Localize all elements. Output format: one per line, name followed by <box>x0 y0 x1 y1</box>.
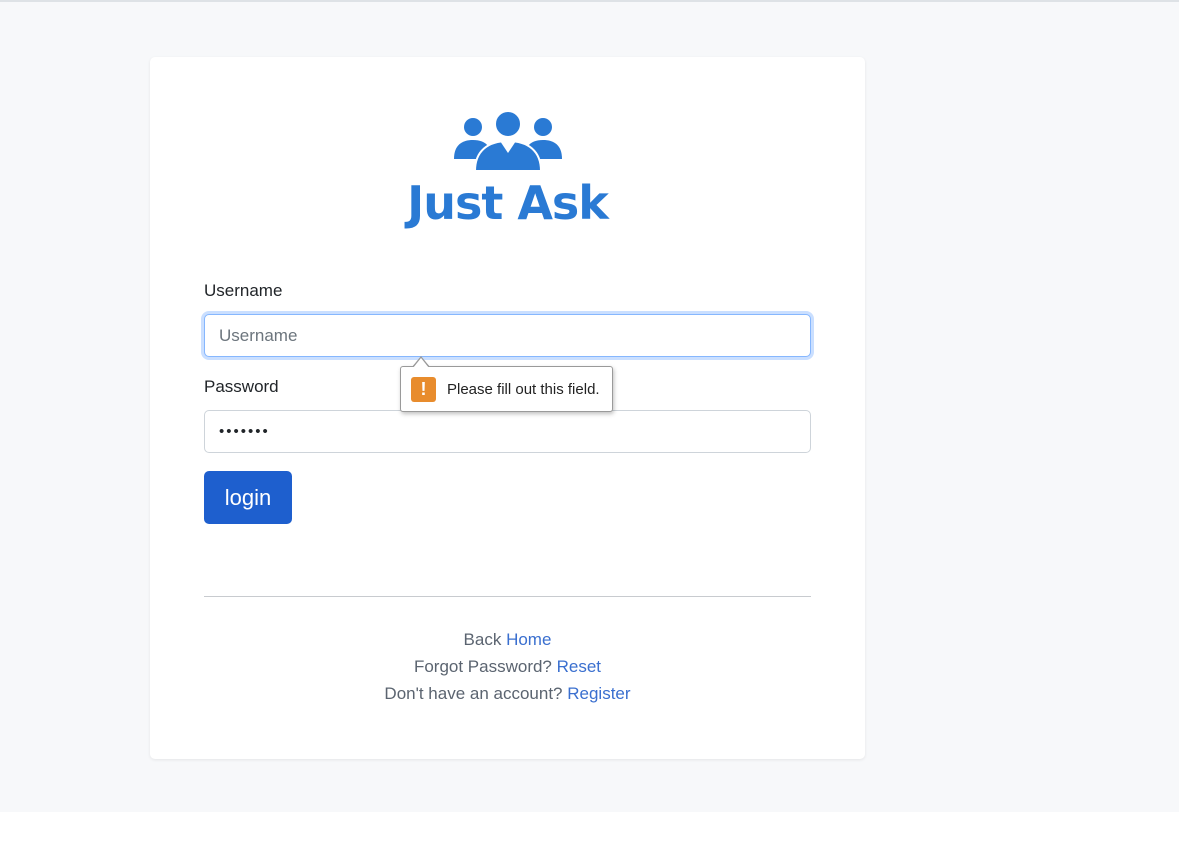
tooltip-arrow-fill <box>413 358 429 368</box>
login-button[interactable]: login <box>204 471 292 524</box>
validation-message: Please fill out this field. <box>447 380 600 398</box>
username-label: Username <box>204 281 283 300</box>
username-input[interactable] <box>204 314 811 357</box>
warning-icon: ! <box>411 376 436 402</box>
back-text: Back <box>463 630 502 649</box>
register-link[interactable]: Register <box>567 684 630 703</box>
forgot-text: Forgot Password? <box>413 657 552 676</box>
back-home-row: Back Home <box>150 626 865 653</box>
footer-links: Back Home Forgot Password? Reset Don't h… <box>150 626 865 707</box>
forgot-password-row: Forgot Password? Reset <box>150 653 865 680</box>
password-label: Password <box>204 377 279 396</box>
validation-tooltip: ! Please fill out this field. <box>400 366 613 412</box>
people-group-icon <box>453 110 562 172</box>
register-row: Don't have an account? Register <box>150 680 865 707</box>
home-link[interactable]: Home <box>506 630 551 649</box>
reset-link[interactable]: Reset <box>557 657 601 676</box>
logo <box>150 109 865 178</box>
brand-title: Just Ask <box>407 176 609 230</box>
register-text: Don't have an account? <box>384 684 563 703</box>
password-input[interactable] <box>204 410 811 453</box>
divider <box>204 596 811 597</box>
